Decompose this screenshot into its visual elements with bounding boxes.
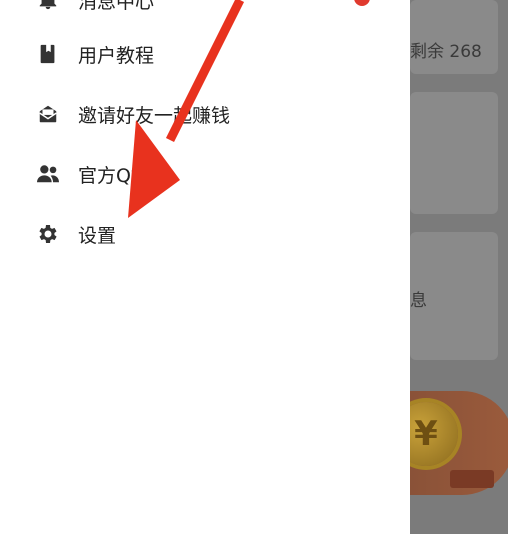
- book-icon: [36, 42, 60, 66]
- remaining-count-text: 剩余 268: [410, 42, 482, 62]
- menu-item-label: 邀请好友一起赚钱: [78, 104, 231, 127]
- envelope-icon: [36, 102, 60, 126]
- gear-icon: [36, 222, 60, 246]
- notification-badge: [354, 0, 370, 6]
- background-card: [410, 92, 498, 214]
- background-app-overlay[interactable]: 剩余 268 息 ¥: [410, 0, 508, 534]
- menu-item-label: 设置: [78, 224, 117, 247]
- menu-item-user-tutorial[interactable]: 用户教程: [0, 24, 410, 84]
- menu-item-settings[interactable]: 设置: [0, 204, 410, 264]
- menu-item-label: 用户教程: [78, 44, 155, 67]
- menu-item-official-qq-group[interactable]: 官方Q群: [0, 144, 410, 204]
- info-text: 息: [410, 291, 427, 311]
- menu-item-label: 消息中心: [78, 0, 155, 13]
- bell-icon: [36, 0, 60, 12]
- side-drawer: 消息中心 用户教程 邀请好友一起赚钱 官方Q群 设置: [0, 0, 410, 534]
- coin-base: [450, 470, 494, 488]
- users-icon: [36, 162, 60, 186]
- menu-item-label: 官方Q群: [78, 164, 150, 187]
- menu-item-invite-friends[interactable]: 邀请好友一起赚钱: [0, 84, 410, 144]
